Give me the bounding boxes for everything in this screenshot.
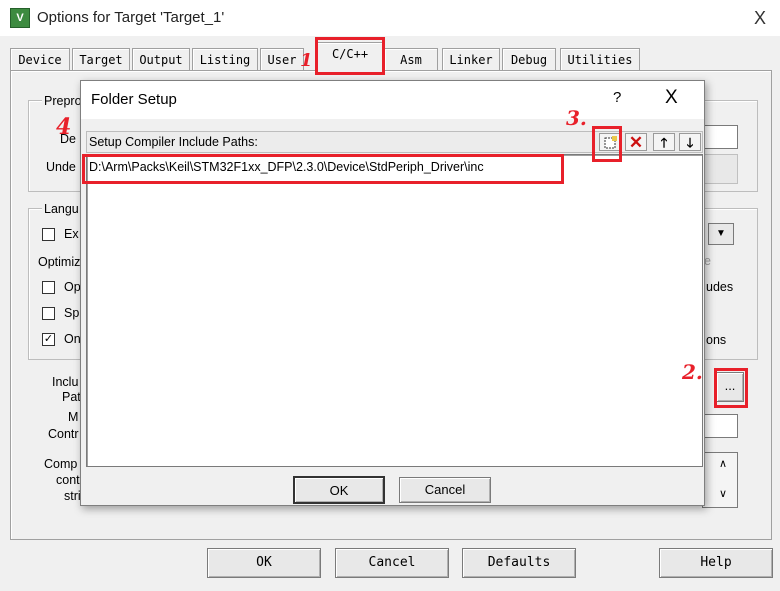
tab-linker[interactable]: Linker (442, 48, 500, 71)
define-field[interactable] (700, 125, 738, 149)
window-title: Options for Target 'Target_1' (37, 9, 225, 26)
chevron-down-icon: ▼ (716, 228, 726, 239)
close-icon[interactable]: X (748, 6, 772, 30)
annotation-box-path (82, 154, 564, 184)
help-button[interactable]: Help (659, 548, 773, 578)
annotation-box-new-folder (592, 126, 622, 162)
scroll-up-icon[interactable]: ∧ (719, 457, 727, 470)
include-paths-label: Inclu (52, 375, 79, 389)
tab-user[interactable]: User (260, 48, 304, 71)
dialog-title-bar: Folder Setup ? X (81, 81, 704, 119)
language-group-label: Langu (42, 202, 81, 216)
compiler-control-label: Comp (44, 457, 78, 471)
move-down-icon[interactable]: 🡓 (679, 133, 701, 151)
one-elf-label: On (64, 332, 81, 346)
include-paths-label-2: Pat (62, 390, 81, 404)
compiler-control-string: ∧ ∨ (702, 452, 738, 508)
annotation-step-3: 3. (566, 106, 587, 130)
delete-icon[interactable]: ✕ (625, 133, 647, 151)
window-title-bar: V Options for Target 'Target_1' X (0, 0, 780, 36)
optimize-time-checkbox[interactable] (42, 281, 55, 294)
help-icon[interactable]: ? (613, 89, 621, 106)
tab-listing[interactable]: Listing (192, 48, 258, 71)
execute-only-checkbox[interactable] (42, 228, 55, 241)
tab-device[interactable]: Device (10, 48, 70, 71)
split-sections-label: Sp (64, 306, 80, 320)
execute-only-label: Ex (64, 227, 79, 241)
tab-utilities[interactable]: Utilities (560, 48, 640, 71)
annotation-box-cpp-tab (315, 37, 385, 75)
annotation-step-2: 2. (682, 360, 703, 384)
tab-output[interactable]: Output (132, 48, 190, 71)
strict-label: e (704, 254, 711, 268)
optimize-time-label: Op (64, 280, 81, 294)
tab-asm[interactable]: Asm (384, 48, 438, 71)
one-elf-checkbox[interactable]: ✓ (42, 333, 55, 346)
dialog-ok-button[interactable]: OK (293, 476, 385, 504)
compiler-control-label-3: stri (64, 489, 81, 503)
misc-controls-label-2: Contr (48, 427, 79, 441)
include-paths-header-label: Setup Compiler Include Paths: (89, 135, 258, 149)
cancel-button[interactable]: Cancel (335, 548, 449, 578)
include-paths-list[interactable]: D:\Arm\Packs\Keil\STM32F1xx_DFP\2.3.0\De… (86, 154, 703, 467)
preprocessor-group-label: Prepro (42, 94, 84, 108)
split-sections-checkbox[interactable] (42, 307, 55, 320)
tab-debug[interactable]: Debug (502, 48, 556, 71)
annotation-box-browse (714, 368, 748, 408)
misc-controls-label: M (68, 410, 79, 424)
keil-app-icon: V (10, 8, 30, 28)
dialog-title: Folder Setup (91, 91, 177, 108)
move-up-icon[interactable]: 🡑 (653, 133, 675, 151)
compiler-control-label-2: cont (56, 473, 80, 487)
annotation-step-1: 1 (300, 50, 313, 71)
tab-target[interactable]: Target (72, 48, 130, 71)
defaults-button[interactable]: Defaults (462, 548, 576, 578)
no-auto-includes-label: udes (706, 280, 734, 294)
misc-controls-field[interactable] (702, 414, 738, 438)
warnings-dropdown[interactable]: ▼ (708, 223, 734, 245)
undefine-label: Unde (46, 160, 76, 174)
undefine-field[interactable] (700, 154, 738, 184)
scroll-down-icon[interactable]: ∨ (719, 487, 727, 500)
wrap-label: ons (706, 333, 727, 347)
optimization-label: Optimiz (38, 255, 81, 269)
annotation-step-4: 4 (56, 114, 72, 140)
close-icon[interactable]: X (665, 87, 678, 109)
ok-button[interactable]: OK (207, 548, 321, 578)
dialog-cancel-button[interactable]: Cancel (399, 477, 491, 503)
